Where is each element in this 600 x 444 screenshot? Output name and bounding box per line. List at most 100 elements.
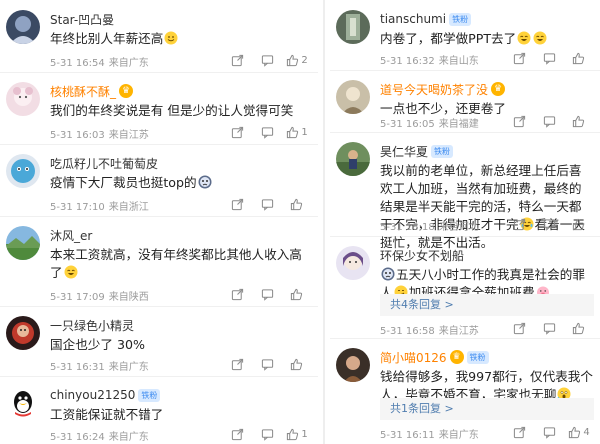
comment-item: tianschumi 铁粉 内卷了，都学做PPT去了 5-31 16:32 来自山东	[330, 0, 600, 71]
comment-item: 简小喵0126 ♛ 铁粉 钱给得够多，我997都行，仅代表我个人，毕竟不婚不育，宅家…	[330, 338, 600, 444]
like-button[interactable]: 2	[282, 52, 312, 68]
like-button[interactable]	[282, 286, 312, 302]
username[interactable]: 沐风_er	[50, 227, 92, 244]
comment-item: 沐风_er 本来工资就高，没有年终奖都比其他人收入高了 5-31 17:09 来自…	[0, 216, 318, 307]
comment-item: 一只绿色小精灵 国企也少了 30% 5-31 16:31 来自广东	[0, 306, 318, 377]
avatar[interactable]	[336, 348, 370, 382]
vip-crown-icon: ♛	[449, 350, 464, 364]
comment-item: 道号今天喝奶茶了没 ♛ 一点也不少，还更卷了 5-31 16:05 来自福建	[330, 70, 600, 133]
comment-item: chinyou21250 铁粉 工资能保证就不错了 5-31 16:24 来自广东 …	[0, 376, 318, 444]
fan-badge: 铁粉	[138, 388, 161, 402]
avatar[interactable]	[336, 142, 370, 176]
comment-meta: 5-31 18:18 来自河北	[380, 222, 479, 233]
avatar[interactable]	[6, 226, 40, 260]
share-icon[interactable]	[222, 426, 252, 442]
grin-emoji	[517, 31, 531, 45]
avatar[interactable]	[336, 80, 370, 114]
comment-text: 国企也少了 30%	[50, 337, 145, 352]
like-button[interactable]	[282, 196, 312, 212]
comment-item: 吃瓜籽儿不吐葡萄皮 疫情下大厂裁员也挺top的 5-31 17:10 来自浙江	[0, 144, 318, 217]
comment-text: 内卷了，都学做PPT去了	[380, 30, 594, 48]
avatar[interactable]	[6, 82, 40, 116]
left-comment-column: Star-凹凸曼 年终比别人年薪还高 5-31 16:54 来自广东 2 核桃酥不…	[0, 0, 318, 444]
share-icon[interactable]	[222, 124, 252, 140]
share-icon[interactable]	[504, 216, 534, 232]
avatar[interactable]	[6, 10, 40, 44]
like-button[interactable]	[564, 320, 594, 336]
comment-meta: 5-31 17:10 来自浙江	[50, 202, 149, 213]
share-icon[interactable]	[504, 50, 534, 66]
username[interactable]: 简小喵0126	[380, 349, 447, 366]
username[interactable]: tianschumi	[380, 12, 446, 26]
smile-emoji	[164, 31, 178, 45]
share-icon[interactable]	[222, 286, 252, 302]
comment-item: Star-凹凸曼 年终比别人年薪还高 5-31 16:54 来自广东 2	[0, 0, 318, 73]
like-button[interactable]	[564, 50, 594, 66]
avatar[interactable]	[336, 10, 370, 44]
avatar[interactable]	[6, 386, 40, 420]
comment-icon[interactable]	[252, 52, 282, 68]
username[interactable]: chinyou21250	[50, 388, 135, 402]
vip-crown-icon: ♛	[491, 82, 506, 96]
share-icon[interactable]	[222, 356, 252, 372]
share-icon[interactable]	[504, 320, 534, 336]
like-button[interactable]: 1	[282, 426, 312, 442]
comment-icon[interactable]	[534, 113, 564, 129]
vip-crown-icon: ♛	[119, 84, 134, 98]
cry-emoji	[381, 267, 395, 281]
comment-meta: 5-31 16:31 来自广东	[50, 362, 149, 373]
avatar[interactable]	[6, 154, 40, 188]
cry-emoji	[198, 175, 212, 189]
comment-icon[interactable]	[534, 320, 564, 336]
comment-icon[interactable]	[252, 426, 282, 442]
comment-icon[interactable]	[534, 50, 564, 66]
share-icon[interactable]	[504, 113, 534, 129]
comment-item: 昊仁华夏 铁粉 我以前的老单位，新总经理上任后喜欢工人加班，当然有加班费，最终的结…	[330, 132, 600, 250]
column-divider	[323, 0, 325, 444]
share-icon[interactable]	[504, 424, 534, 440]
username[interactable]: 一只绿色小精灵	[50, 317, 134, 334]
comment-icon[interactable]	[252, 286, 282, 302]
comment-text: 工资能保证就不错了	[50, 407, 164, 422]
username[interactable]: 核桃酥不酥_	[50, 83, 116, 100]
comment-meta: 5-31 16:32 来自山东	[380, 56, 479, 67]
username[interactable]: Star-凹凸曼	[50, 11, 114, 28]
username[interactable]: 昊仁华夏	[380, 143, 428, 160]
fan-badge: 铁粉	[466, 350, 489, 364]
like-count: 1	[301, 428, 308, 440]
avatar[interactable]	[6, 316, 40, 350]
grin-emoji	[533, 31, 547, 45]
like-button[interactable]	[564, 113, 594, 129]
right-comment-column: tianschumi 铁粉 内卷了，都学做PPT去了 5-31 16:32 来自山东…	[330, 0, 600, 444]
like-button[interactable]: 1	[282, 124, 312, 140]
view-replies-link[interactable]: 共1条回复 >	[380, 398, 594, 420]
share-icon[interactable]	[222, 196, 252, 212]
comment-text: 疫情下大厂裁员也挺top的	[50, 174, 312, 192]
comment-item: 环保少女不划船 五天八小时工作的我真是社会的罪人 加班还得拿全薪加班费 共4条回复…	[330, 236, 600, 339]
comment-icon[interactable]	[252, 196, 282, 212]
like-count: 1	[301, 126, 308, 138]
username[interactable]: 道号今天喝奶茶了没	[380, 81, 488, 98]
username[interactable]: 吃瓜籽儿不吐葡萄皮	[50, 155, 158, 172]
like-button[interactable]	[282, 356, 312, 372]
comment-meta: 5-31 16:05 来自福建	[380, 119, 479, 130]
view-replies-link[interactable]: 共4条回复 >	[380, 294, 594, 316]
comment-text: 年终比别人年薪还高	[50, 30, 312, 48]
username[interactable]: 环保少女不划船	[380, 247, 464, 264]
avatar[interactable]	[336, 246, 370, 280]
like-button[interactable]: 4	[564, 424, 594, 440]
comment-meta: 5-31 17:09 来自陕西	[50, 292, 149, 303]
comment-icon[interactable]	[534, 216, 564, 232]
comment-meta: 5-31 16:58 来自江苏	[380, 326, 479, 337]
comment-meta: 5-31 16:03 来自江苏	[50, 130, 149, 141]
comment-icon[interactable]	[252, 124, 282, 140]
share-icon[interactable]	[222, 52, 252, 68]
comment-meta: 5-31 16:11 来自广东	[380, 430, 479, 441]
comment-text: 本来工资就高，没有年终奖都比其他人收入高了	[50, 247, 302, 280]
like-button[interactable]	[564, 216, 594, 232]
comment-icon[interactable]	[534, 424, 564, 440]
comment-icon[interactable]	[252, 356, 282, 372]
like-count: 4	[583, 426, 590, 438]
comment-meta: 5-31 16:24 来自广东	[50, 432, 149, 443]
fan-badge: 铁粉	[449, 12, 472, 26]
